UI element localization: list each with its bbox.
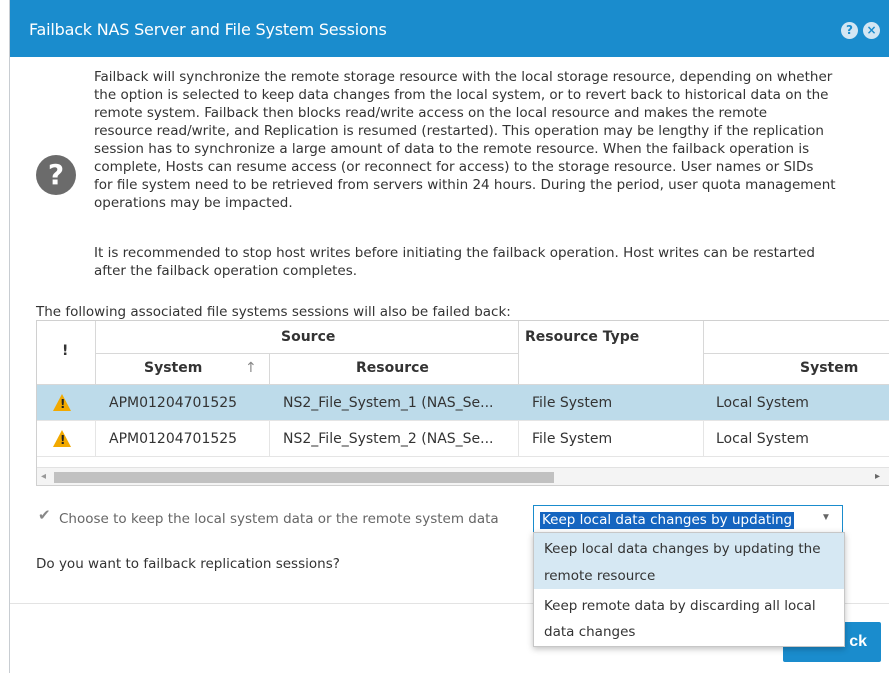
- resource-type-column-header[interactable]: Resource Type: [519, 321, 704, 385]
- system-cell: APM01204701525: [96, 421, 270, 457]
- resource-cell: NS2_File_System_2 (NAS_Se...: [270, 421, 519, 457]
- dialog-title: Failback NAS Server and File System Sess…: [29, 20, 387, 39]
- alert-cell: !: [37, 421, 96, 457]
- alert-cell: !: [37, 385, 96, 421]
- resource-value: NS2_File_System_2 (NAS_Se...: [283, 431, 494, 447]
- failback-dialog: Failback NAS Server and File System Sess…: [9, 0, 889, 673]
- keep-data-select[interactable]: Keep local data changes by updating ▼: [533, 505, 843, 533]
- resource-column-header[interactable]: Resource: [270, 354, 519, 385]
- confirm-question: Do you want to failback replication sess…: [36, 556, 340, 572]
- failback-button-label: ck: [849, 633, 867, 650]
- chevron-down-icon[interactable]: ▼: [821, 512, 831, 523]
- resource-cell: NS2_File_System_1 (NAS_Se...: [270, 385, 519, 421]
- source-group-header: Source: [96, 321, 519, 354]
- select-current-value: Keep local data changes by updating: [540, 512, 795, 529]
- resource-type-cell: File System: [519, 385, 704, 421]
- sessions-label: The following associated file systems se…: [36, 304, 511, 320]
- system-value: APM01204701525: [109, 395, 238, 411]
- source-header-label: Source: [281, 329, 336, 345]
- dest-system-value: Local System: [716, 431, 809, 447]
- system-cell: APM01204701525: [96, 385, 270, 421]
- destination-group-header: [704, 321, 889, 354]
- description-line: Failback will synchronize the remote sto…: [94, 69, 833, 85]
- resource-value: NS2_File_System_1 (NAS_Se...: [283, 395, 494, 411]
- option-text: Keep local data changes by updating the: [544, 541, 821, 557]
- failback-description: Failback will synchronize the remote sto…: [94, 68, 874, 212]
- table-row[interactable]: ! APM01204701525 NS2_File_System_2 (NAS_…: [37, 421, 889, 457]
- host-writes-recommendation: It is recommended to stop host writes be…: [94, 244, 874, 280]
- keep-data-dropdown-list: Keep local data changes by updating the …: [533, 532, 845, 647]
- option-keep-local[interactable]: Keep local data changes by updating the …: [534, 533, 844, 589]
- sessions-table: ! Source System ↑ Resource Resource Type…: [36, 320, 889, 486]
- resource-type-value: File System: [532, 431, 613, 447]
- description-line: complete, Hosts can resume access (or re…: [94, 159, 814, 175]
- description-line: for file system need to be retrieved fro…: [94, 177, 836, 193]
- resource-type-value: File System: [532, 395, 613, 411]
- system-column-header[interactable]: System ↑: [96, 354, 270, 385]
- scroll-right-icon[interactable]: ▸: [875, 471, 880, 482]
- horizontal-scrollbar[interactable]: ◂ ▸: [37, 467, 889, 485]
- system-value: APM01204701525: [109, 431, 238, 447]
- option-text: Keep remote data by discarding all local: [544, 598, 816, 614]
- dest-system-column-header[interactable]: System: [704, 354, 889, 385]
- description-line: the option is selected to keep data chan…: [94, 87, 829, 103]
- scrollbar-thumb[interactable]: [54, 472, 554, 483]
- keep-data-checkbox-label: Choose to keep the local system data or …: [59, 511, 499, 527]
- recommendation-line: It is recommended to stop host writes be…: [94, 245, 815, 261]
- keep-data-checkbox[interactable]: ✔: [38, 508, 52, 523]
- description-line: resource read/write, and Replication is …: [94, 123, 824, 139]
- dialog-titlebar: Failback NAS Server and File System Sess…: [10, 0, 889, 57]
- warning-mark: !: [60, 433, 66, 447]
- warning-mark: !: [60, 397, 66, 411]
- dest-system-cell: Local System: [704, 421, 889, 457]
- scroll-left-icon[interactable]: ◂: [41, 471, 46, 482]
- dest-system-header-label: System: [800, 360, 859, 376]
- option-text: remote resource: [544, 568, 656, 584]
- recommendation-line: after the failback operation completes.: [94, 263, 358, 279]
- alert-header-label: !: [62, 343, 69, 359]
- resource-header-label: Resource: [356, 360, 429, 376]
- description-line: operations may be impacted.: [94, 195, 293, 211]
- question-icon: ?: [36, 155, 76, 195]
- description-line: session has to synchronize a large amoun…: [94, 141, 810, 157]
- resource-type-cell: File System: [519, 421, 704, 457]
- option-text: data changes: [544, 624, 636, 640]
- alert-column-header[interactable]: !: [37, 321, 96, 385]
- option-keep-remote[interactable]: Keep remote data by discarding all local…: [534, 590, 844, 646]
- sort-ascending-icon: ↑: [245, 360, 257, 376]
- dest-system-cell: Local System: [704, 385, 889, 421]
- dest-system-value: Local System: [716, 395, 809, 411]
- description-line: remote system. Failback then blocks read…: [94, 105, 768, 121]
- close-icon[interactable]: ×: [863, 22, 880, 39]
- system-header-label: System: [144, 360, 203, 376]
- help-icon[interactable]: ?: [841, 22, 858, 39]
- resource-type-header-label: Resource Type: [525, 329, 640, 345]
- table-row[interactable]: ! APM01204701525 NS2_File_System_1 (NAS_…: [37, 385, 889, 421]
